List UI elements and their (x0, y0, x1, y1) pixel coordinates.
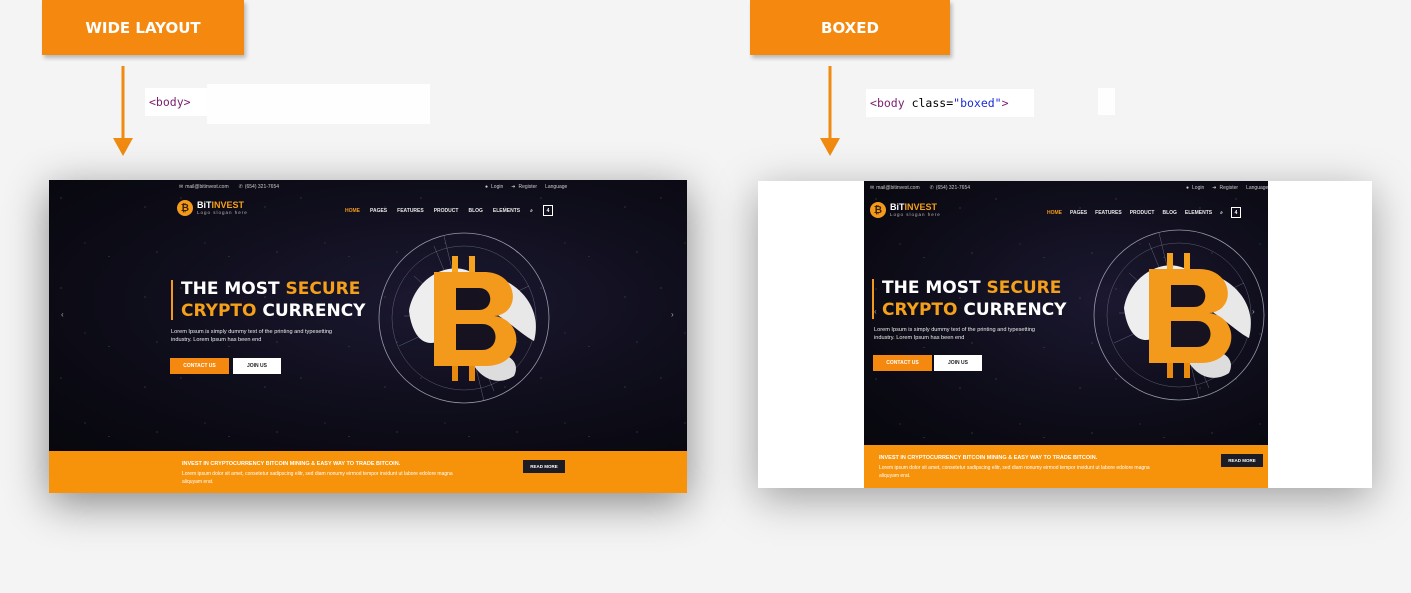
top-bar: ✉ mail@bitinvest.com ✆ (654) 321-7654 ● … (864, 181, 1268, 195)
menu-item-features[interactable]: FEATURES (397, 208, 424, 214)
brand-second: INVEST (904, 202, 938, 212)
code-highlight (207, 84, 430, 124)
arrow-down-icon (820, 66, 840, 156)
top-bar: ✉ mail@bitinvest.com ✆ (654) 321-7654 ● … (49, 180, 687, 194)
language-dropdown[interactable]: Language (545, 184, 567, 190)
phone-text: (654) 321-7654 (244, 184, 280, 190)
promo-description: Lorem ipsum dolor sit amet, consetetur s… (182, 471, 453, 485)
contact-us-label: CONTACT US (183, 363, 216, 369)
promo-strip: INVEST IN CRYPTOCURRENCY BITCOIN MINING … (49, 451, 687, 493)
bitcoin-icon: ₿ (177, 200, 193, 216)
promo-description: Lorem ipsum dolor sit amet, consetetur s… (879, 465, 1150, 479)
logo[interactable]: ₿ BiTINVEST Logo slogan here (177, 200, 248, 216)
email-text: mail@bitinvest.com (876, 185, 920, 191)
read-more-label: READ MORE (530, 464, 558, 469)
slogan: Logo slogan here (197, 210, 248, 215)
headline-part: THE MOST (181, 279, 286, 299)
headline-part: THE MOST (882, 278, 987, 298)
brand-first: BiT (890, 202, 905, 212)
menu-item-blog[interactable]: BLOG (468, 208, 482, 214)
globe-icon (1093, 229, 1265, 401)
headline-part: CRYPTO (181, 301, 257, 321)
register-link[interactable]: Register (518, 184, 537, 190)
menu-item-pages[interactable]: PAGES (370, 208, 387, 214)
hero-section: ✉ mail@bitinvest.com ✆ (654) 321-7654 ● … (49, 180, 687, 451)
sign-in-icon: ➜ (511, 184, 516, 190)
promo-strip: INVEST IN CRYPTOCURRENCY BITCOIN MINING … (864, 445, 1268, 488)
wide-layout-label: WIDE LAYOUT (42, 0, 244, 55)
cart-count: 4 (546, 207, 550, 214)
code-class-value: "boxed" (953, 96, 1002, 110)
phone-icon: ✆ (929, 185, 934, 191)
contact-us-label: CONTACT US (886, 360, 919, 366)
user-icon: ● (1186, 185, 1190, 191)
promo-title: INVEST IN CRYPTOCURRENCY BITCOIN MINING … (879, 455, 1098, 461)
search-icon[interactable]: ⌕ (530, 208, 533, 214)
menu-item-elements[interactable]: ELEMENTS (493, 208, 520, 214)
globe-icon (378, 232, 550, 404)
hero-section: ✉ mail@bitinvest.com ✆ (654) 321-7654 ● … (864, 181, 1268, 445)
boxed-layout-preview: ✉ mail@bitinvest.com ✆ (654) 321-7654 ● … (758, 181, 1372, 488)
user-icon: ● (485, 184, 489, 190)
sign-in-icon: ➜ (1212, 185, 1217, 191)
bitcoin-icon: ₿ (870, 202, 886, 218)
read-more-label: READ MORE (1228, 458, 1256, 463)
promo-title: INVEST IN CRYPTOCURRENCY BITCOIN MINING … (182, 461, 401, 467)
headline-part: SECURE (285, 279, 361, 299)
phone-text: (654) 321-7654 (935, 185, 971, 191)
contact-us-button[interactable]: CONTACT US (873, 355, 932, 371)
register-link[interactable]: Register (1219, 185, 1238, 191)
code-class-attr: class (911, 96, 947, 110)
code-snippet-boxed: < body class = "boxed" > (866, 89, 1034, 117)
logo[interactable]: ₿ BiTINVEST Logo slogan here (870, 202, 941, 218)
boxed-layout-label-text: BOXED (821, 18, 879, 37)
code-snippet-wide: <body> (145, 88, 207, 116)
navbar: ₿ BiTINVEST Logo slogan here HOME PAGES … (49, 198, 687, 222)
slider-next-icon[interactable]: › (671, 310, 674, 319)
headline-part: CRYPTO (882, 300, 958, 320)
join-us-button[interactable]: JOIN US (233, 358, 281, 374)
login-link[interactable]: Login (1192, 185, 1204, 191)
brand-first: BiT (197, 200, 212, 210)
hero-lead-text: Lorem Ipsum is simply dummy text of the … (874, 327, 1036, 341)
language-dropdown[interactable]: Language (1246, 185, 1268, 191)
hero-lead-text: Lorem Ipsum is simply dummy text of the … (171, 329, 333, 343)
menu-item-home[interactable]: HOME (345, 208, 360, 214)
menu-item-product[interactable]: PRODUCT (434, 208, 459, 214)
envelope-icon: ✉ (179, 184, 184, 190)
code-body-tag: body (876, 96, 905, 110)
slogan: Logo slogan here (890, 212, 941, 217)
headline-part: SECURE (986, 278, 1062, 298)
login-link[interactable]: Login (491, 184, 503, 190)
slider-prev-icon[interactable]: ‹ (61, 310, 64, 319)
wide-layout-label-text: WIDE LAYOUT (85, 18, 201, 37)
phone-icon: ✆ (238, 184, 243, 190)
hero-headline: THE MOST SECURE CRYPTO CURRENCY (171, 278, 365, 322)
cart-icon[interactable]: 4 (542, 205, 553, 216)
arrow-down-icon (113, 66, 133, 156)
headline-part: CURRENCY (256, 301, 366, 321)
join-us-button[interactable]: JOIN US (934, 355, 982, 371)
email-text: mail@bitinvest.com (185, 184, 229, 190)
read-more-button[interactable]: READ MORE (1221, 454, 1263, 467)
code-highlight (1098, 88, 1115, 115)
wide-layout-preview: ✉ mail@bitinvest.com ✆ (654) 321-7654 ● … (49, 180, 687, 493)
hero-headline: THE MOST SECURE CRYPTO CURRENCY (872, 277, 1066, 321)
main-menu: HOME PAGES FEATURES PRODUCT BLOG ELEMENT… (345, 205, 553, 216)
menu-item-home[interactable]: HOME (1047, 210, 1062, 216)
contact-us-button[interactable]: CONTACT US (170, 358, 229, 374)
read-more-button[interactable]: READ MORE (523, 460, 565, 473)
headline-part: CURRENCY (957, 300, 1067, 320)
menu-item-pages[interactable]: PAGES (1070, 210, 1087, 216)
join-us-label: JOIN US (246, 363, 267, 369)
join-us-label: JOIN US (947, 360, 968, 366)
brand-second: INVEST (211, 200, 245, 210)
boxed-layout-label: BOXED (750, 0, 950, 55)
code-body-tag: <body> (149, 95, 191, 109)
envelope-icon: ✉ (870, 185, 875, 191)
